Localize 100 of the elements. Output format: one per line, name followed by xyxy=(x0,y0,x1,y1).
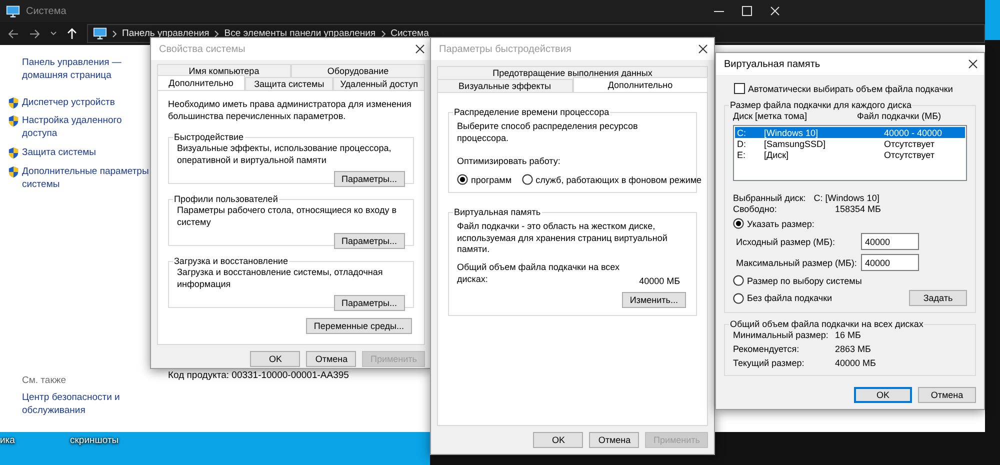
radio-button[interactable] xyxy=(733,218,744,229)
field-value: 158354 МБ xyxy=(835,204,881,214)
section-heading: См. также xyxy=(22,375,67,386)
group-title: Размер файла подкачки для каждого диска xyxy=(729,100,912,110)
back-icon[interactable] xyxy=(8,28,19,38)
drive-row[interactable]: D: [SamsungSSD] Отсутствует xyxy=(735,138,965,149)
forward-icon[interactable] xyxy=(29,28,40,38)
radio-label: программ xyxy=(471,174,512,185)
sidebar-link[interactable]: Диспетчер устройств xyxy=(22,96,115,110)
dialog-button[interactable]: Задать xyxy=(909,290,967,306)
sidebar-link[interactable]: Дополнительные параметры системы xyxy=(22,166,150,192)
group-description: Загрузка и восстановление системы, отладочная информация xyxy=(177,267,384,291)
volume-label: [Диск] xyxy=(764,150,790,160)
shield-icon xyxy=(8,96,19,109)
breadcrumb-item[interactable]: Все элементы панели управления xyxy=(224,28,376,39)
sidebar-link[interactable]: Центр безопасности и обслуживания xyxy=(22,392,150,418)
settings-button[interactable]: Параметры... xyxy=(334,294,405,311)
drive-row[interactable]: E: [Диск] Отсутствует xyxy=(735,149,965,160)
field-label: Общий объем файла подкачки на всех дисках: xyxy=(457,262,620,286)
dialog-button[interactable]: OK xyxy=(854,387,912,403)
field-value: 40000 МБ xyxy=(835,358,876,368)
group-title: Виртуальная память xyxy=(453,207,542,218)
drive-row[interactable]: C: [Windows 10] 40000 - 40000 xyxy=(735,127,965,138)
radio-label: Размер по выбору системы xyxy=(747,276,862,286)
dialog-button[interactable]: Изменить... xyxy=(622,292,686,308)
field-label: Исходный размер (МБ): xyxy=(735,236,836,246)
tab[interactable]: Оборудование xyxy=(291,64,425,77)
drive-letter: E: xyxy=(737,150,747,160)
field-value: 16 МБ xyxy=(835,330,861,340)
field-value: 2863 МБ xyxy=(835,344,871,354)
dialog-button[interactable]: Переменные среды... xyxy=(306,318,412,334)
maximize-icon[interactable] xyxy=(742,6,752,16)
info-text: Выберите способ распределения ресурсов процессора. xyxy=(457,121,639,144)
tab[interactable]: Дополнительно xyxy=(157,75,246,90)
field-label: Рекомендуется: xyxy=(733,344,800,354)
settings-button[interactable]: Параметры... xyxy=(334,170,405,187)
group-description: Параметры рабочего стола, относящиеся ко входу в систему xyxy=(177,205,398,229)
field-label: Максимальный размер (МБ): xyxy=(735,258,858,268)
tab[interactable]: Дополнительно xyxy=(572,77,708,92)
input-field[interactable]: 40000 xyxy=(861,233,919,250)
field-label: Минимальный размер: xyxy=(733,330,830,340)
group-title: Общий объем файла подкачки на всех дисках xyxy=(729,319,924,329)
info-text: Файл подкачки - это область на жестком диске, используемая для хранения страниц виртуальной памяти. xyxy=(457,221,668,256)
input-field[interactable]: 40000 xyxy=(861,254,919,271)
field-label: Текущий размер: xyxy=(733,358,806,368)
group-title: Быстродействие xyxy=(173,132,245,142)
info-text: Необходимо иметь права администратора для изменения большинства перечисленных параметров. xyxy=(168,99,412,122)
settings-button[interactable]: Параметры... xyxy=(334,232,405,249)
drive-list[interactable]: C: [Windows 10] 40000 - 40000 D: [SamsungSSD] Отсутствует E: [Диск] Отсутствует xyxy=(733,125,967,181)
shield-icon xyxy=(8,166,19,178)
dialog-button[interactable]: OK xyxy=(533,432,584,448)
dialog-title: Виртуальная память xyxy=(724,58,820,70)
pagefile-size: 40000 - 40000 xyxy=(884,128,942,138)
column-header: Диск [метка тома] xyxy=(733,111,808,121)
radio-button[interactable] xyxy=(733,292,744,304)
sidebar-link[interactable]: Панель управления — домашняя страница xyxy=(8,57,150,83)
close-icon[interactable] xyxy=(698,44,708,54)
field-label: Оптимизировать работу: xyxy=(457,156,562,168)
tab[interactable]: Удаленный доступ xyxy=(333,77,426,90)
monitor-icon xyxy=(6,4,20,18)
dialog-title: Свойства системы xyxy=(159,44,246,54)
checkbox[interactable] xyxy=(734,83,745,94)
dialog-title: Параметры быстродействия xyxy=(439,44,572,54)
total-value: 40000 МБ xyxy=(639,276,680,286)
dropdown-icon[interactable] xyxy=(50,31,57,36)
radio-button[interactable] xyxy=(733,275,744,286)
close-icon[interactable] xyxy=(968,59,978,69)
breadcrumb-item[interactable]: Система xyxy=(390,28,429,39)
volume-label: [SamsungSSD] xyxy=(764,138,827,148)
close-icon[interactable] xyxy=(415,44,425,54)
up-arrow-icon[interactable] xyxy=(67,28,77,39)
tab[interactable]: Визуальные эффекты xyxy=(437,79,572,92)
pagefile-size: Отсутствует xyxy=(884,150,934,160)
chevron-icon xyxy=(112,30,117,38)
checkbox-label: Автоматически выбирать объем файла подкачки xyxy=(748,84,953,94)
dialog-button[interactable]: OK xyxy=(250,351,300,368)
tab[interactable]: Предотвращение выполнения данных xyxy=(437,66,708,79)
group-description: Визуальные эффекты, использование процессора, оперативной и виртуальной памяти xyxy=(177,143,392,167)
pagefile-size: Отсутствует xyxy=(884,138,934,148)
dialog-button[interactable]: Отмена xyxy=(918,387,976,403)
radio-label: служб, работающих в фоновом режиме xyxy=(536,174,702,185)
radio-button[interactable] xyxy=(522,174,533,186)
chevron-icon xyxy=(380,30,386,38)
tab[interactable]: Защита системы xyxy=(245,77,334,90)
field-value: C: [Windows 10] xyxy=(814,193,880,203)
breadcrumb-item[interactable]: Панель управления xyxy=(122,28,210,39)
window-title: Система xyxy=(26,6,66,16)
sidebar-link[interactable]: Защита системы xyxy=(22,147,96,160)
drive-letter: C: xyxy=(737,128,747,138)
group-title: Загрузка и восстановление xyxy=(173,256,289,266)
radio-label: Указать размер: xyxy=(747,218,814,228)
radio-button[interactable] xyxy=(457,174,468,186)
field-label: Свободно: xyxy=(733,204,778,214)
dialog-button[interactable]: Отмена xyxy=(589,432,640,448)
tab[interactable]: Имя компьютера xyxy=(157,64,291,77)
sidebar-link[interactable]: Настройка удаленного доступа xyxy=(22,115,150,142)
dialog-button[interactable]: Отмена xyxy=(306,351,356,368)
group-title: Профили пользователей xyxy=(173,194,279,204)
chevron-icon xyxy=(214,30,220,38)
shield-icon xyxy=(8,147,19,160)
